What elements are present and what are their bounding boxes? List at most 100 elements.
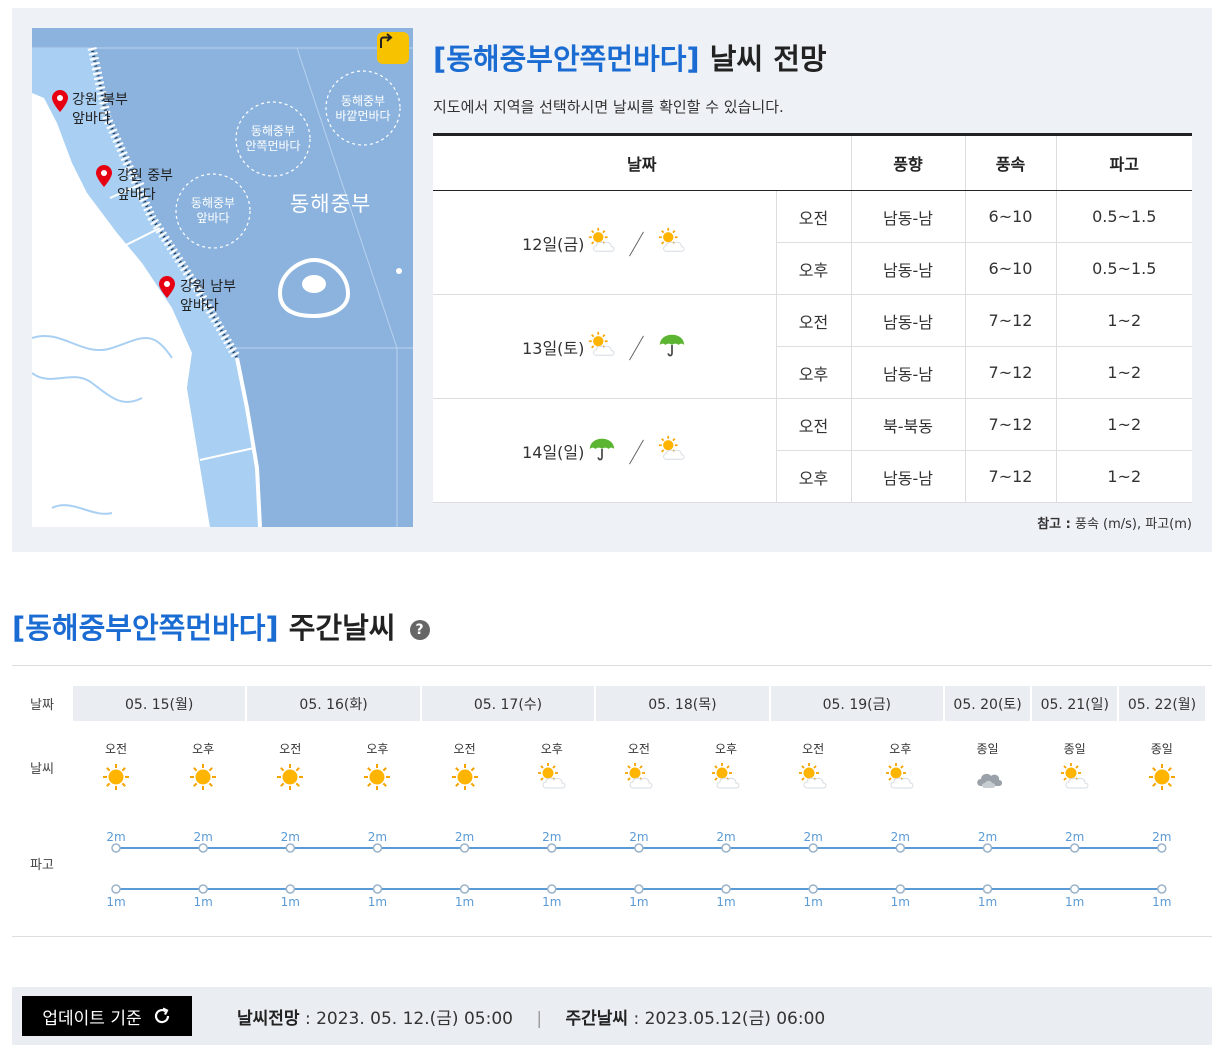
wave-high-label: 2m	[629, 830, 648, 844]
map-label-gangwon-south[interactable]: 강원 남부 앞바다	[180, 278, 236, 316]
weekly-slot-label: 오전	[802, 742, 825, 756]
map-label-gangwon-central[interactable]: 강원 중부 앞바다	[117, 167, 173, 205]
note-text: 풍속 (m/s), 파고(m)	[1074, 517, 1192, 532]
weekly-slot-label: 오전	[104, 742, 128, 756]
wave-high-point	[547, 843, 557, 853]
umbrella-icon	[588, 435, 616, 467]
forecast-wave-height: 0.5~1.5	[1055, 190, 1192, 243]
wave-low-point	[285, 884, 296, 894]
weekly-day-header: 05. 20(토)	[945, 686, 1031, 721]
weekly-day-header: 05. 22(월)	[1119, 686, 1205, 721]
divider-slash	[630, 231, 644, 255]
forecast-period: 오후	[775, 450, 851, 503]
forecast-date-group: 12일(금)	[522, 227, 686, 259]
wave-high-label: 2m	[368, 830, 387, 844]
weekly-day-header: 05. 21(일)	[1032, 686, 1118, 721]
forecast-wind-direction: 남동-남	[850, 294, 965, 347]
map-label-line1: 강원 남부	[180, 279, 236, 295]
forecast-period: 오전	[775, 190, 851, 243]
map-label-line2: 앞바다	[180, 298, 219, 314]
wave-high-label: 2m	[193, 830, 212, 844]
partly-cloudy-icon	[798, 762, 828, 792]
zone-near-sea[interactable]: 동해중부 앞바다	[176, 196, 250, 226]
table-row: 12일(금) 오전 남동-남 6~10 0.5~1.5	[433, 190, 1192, 295]
weekly-bottom-divider	[12, 936, 1212, 937]
header-wave-height: 파고	[1055, 133, 1192, 191]
wave-low-label: 1m	[455, 895, 474, 909]
wave-high-point	[721, 843, 731, 853]
wave-high-label: 2m	[1065, 830, 1084, 844]
partly-cloudy-icon	[537, 762, 567, 792]
forecast-wind-direction: 남동-남	[850, 190, 965, 243]
forecast-wind-speed: 7~12	[964, 450, 1056, 503]
weekly-title: [동해중부안쪽먼바다] 주간날씨 ?	[12, 610, 430, 646]
forecast-update-value: : 2023. 05. 12.(금) 05:00	[304, 1009, 513, 1029]
forecast-wind-speed: 6~10	[964, 242, 1056, 295]
wave-low-label: 1m	[978, 895, 997, 909]
partly-cloudy-icon	[885, 762, 915, 792]
wave-high-point	[372, 843, 383, 853]
zone-outer-far-sea[interactable]: 동해중부 바깥먼바다	[326, 94, 400, 124]
umbrella-icon	[658, 331, 686, 363]
forecast-title: [동해중부안쪽먼바다] 날씨 전망	[433, 41, 827, 77]
forecast-wave-height: 0.5~1.5	[1055, 242, 1192, 295]
forecast-date-group: 13일(토)	[522, 331, 686, 363]
wave-low-point	[634, 884, 644, 894]
forecast-date-cell: 12일(금)	[433, 190, 776, 295]
weekly-slot-label: 오전	[279, 742, 302, 756]
weekly-title-region: [동해중부안쪽먼바다]	[12, 611, 279, 645]
partly-cloudy-icon	[624, 762, 654, 792]
weekly-slot-label: 오후	[889, 742, 912, 756]
wave-high-label: 2m	[1152, 830, 1171, 844]
partly-cloudy-icon	[711, 762, 741, 792]
zone-label-line2: 앞바다	[196, 211, 230, 225]
wave-high-label: 2m	[716, 830, 735, 844]
weekly-top-divider	[12, 665, 1212, 666]
divider-slash	[630, 439, 644, 463]
weekly-slot-label: 오전	[627, 742, 650, 756]
forecast-panel: 강원 북부 앞바다 강원 중부 앞바다 강원 남부 앞바다 동해중부 바깥먼바다…	[12, 8, 1212, 552]
forecast-wind-direction: 남동-남	[850, 242, 965, 295]
weekly-title-suffix: 주간날씨	[288, 611, 396, 645]
forecast-update-label: 날씨전망	[237, 1009, 300, 1029]
forecast-period: 오전	[775, 398, 851, 451]
help-icon[interactable]: ?	[409, 620, 430, 640]
cloudy-icon	[973, 762, 1003, 792]
forecast-note: 참고 : 풍속 (m/s), 파고(m)	[1037, 513, 1192, 532]
refresh-icon	[154, 1007, 169, 1024]
wave-low-point	[982, 884, 993, 894]
wave-low-label: 1m	[542, 895, 561, 909]
wave-high-point	[198, 843, 208, 853]
map-label-gangwon-north[interactable]: 강원 북부 앞바다	[72, 91, 128, 129]
partly-cloudy-icon	[1060, 762, 1090, 792]
forecast-wind-speed: 7~12	[964, 346, 1056, 399]
weekly-slot-label: 오후	[715, 742, 738, 756]
weekly-day-header: 05. 16(화)	[247, 686, 420, 721]
region-map[interactable]: 강원 북부 앞바다 강원 중부 앞바다 강원 남부 앞바다 동해중부 바깥먼바다…	[32, 28, 413, 527]
wave-height-chart: 2m 1m 2m 1m 2m 1m 2m 1m 2m 1m 2m 1m 2m 1m 2m 1m 2m 1m 2m 1m…	[106, 830, 1171, 909]
forecast-table: 날짜 풍향 풍속 파고 12일(금) 오전 남동-남 6~10 0.5~1.5 오…	[433, 133, 1192, 503]
wave-high-label: 2m	[542, 830, 561, 844]
sunny-icon	[362, 762, 392, 792]
map-label-line2: 앞바다	[117, 187, 156, 203]
zone-label-line2: 바깥먼바다	[335, 109, 391, 123]
zone-inner-far-sea[interactable]: 동해중부 안쪽먼바다	[236, 124, 310, 154]
wave-low-label: 1m	[368, 895, 387, 909]
share-button[interactable]	[377, 32, 409, 64]
weekly-slot-label: 종일	[1150, 742, 1173, 756]
row-label-date: 날짜	[30, 698, 54, 713]
update-button[interactable]: 업데이트 기준	[22, 996, 192, 1036]
note-label: 참고 :	[1037, 517, 1071, 532]
table-header-row: 날짜 풍향 풍속 파고	[433, 133, 1192, 191]
forecast-wind-direction: 남동-남	[850, 450, 965, 503]
wave-low-point	[111, 884, 121, 894]
wave-high-point	[982, 843, 993, 853]
weekly-day-header: 05. 18(목)	[596, 686, 769, 721]
zone-label-line1: 동해중부	[250, 124, 296, 138]
update-info: 날씨전망 : 2023. 05. 12.(금) 05:00 | 주간날씨 : 2…	[237, 1004, 825, 1029]
forecast-wave-height: 1~2	[1055, 294, 1192, 347]
wave-low-point	[808, 884, 818, 894]
wave-low-point	[721, 884, 731, 894]
wave-low-point	[547, 884, 557, 894]
wave-high-label: 2m	[978, 830, 997, 844]
